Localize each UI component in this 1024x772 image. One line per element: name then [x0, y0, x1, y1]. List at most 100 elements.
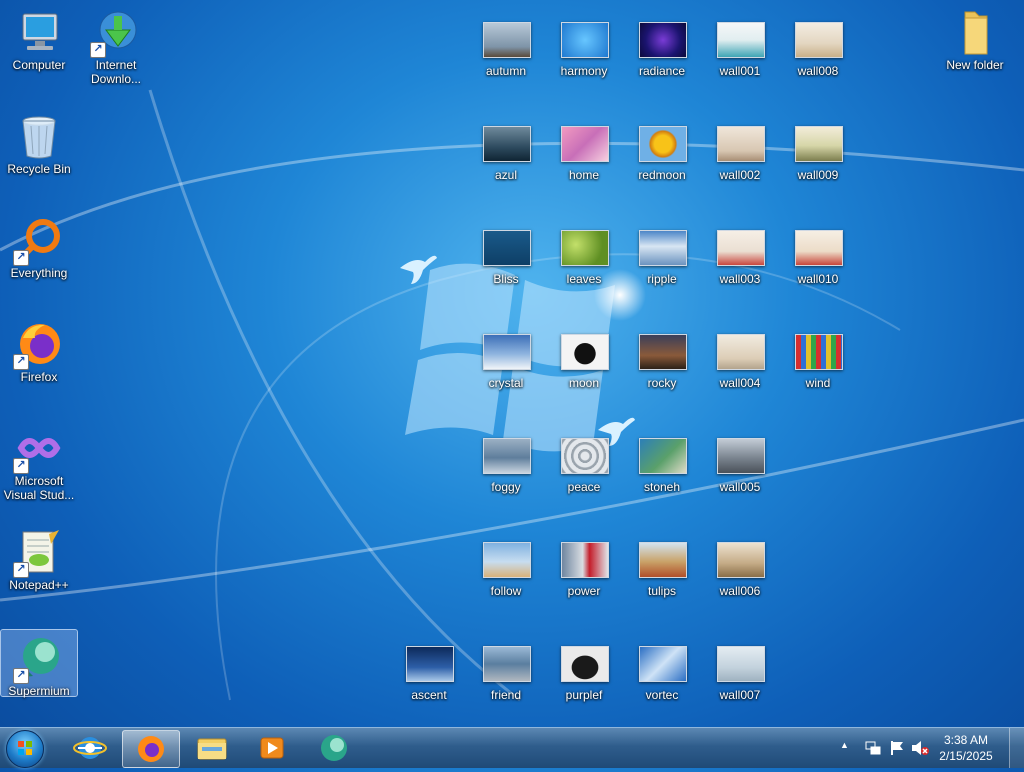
wallpaper-file-icon[interactable]: ripple — [624, 218, 700, 286]
wallpaper-file-icon[interactable]: moon — [546, 322, 622, 390]
file-label: wall001 — [719, 64, 761, 78]
computer-icon — [15, 8, 63, 56]
image-thumbnail-icon — [717, 22, 765, 58]
wallpaper-file-icon[interactable]: redmoon — [624, 114, 700, 182]
taskbar-supermium[interactable] — [306, 730, 362, 766]
image-thumbnail-icon — [639, 542, 687, 578]
file-label: wind — [805, 376, 831, 390]
file-label: harmony — [560, 64, 608, 78]
windows-logo-icon — [18, 741, 32, 755]
image-thumbnail-icon — [717, 230, 765, 266]
file-label: rocky — [647, 376, 677, 390]
taskbar-firefox[interactable] — [122, 730, 180, 768]
file-label: ascent — [411, 688, 447, 702]
file-label: crystal — [488, 376, 524, 390]
start-button[interactable] — [6, 730, 44, 768]
recycle-bin-icon — [15, 112, 63, 160]
desktop-icon-label: Supermium — [8, 684, 70, 698]
wallpaper-file-icon[interactable]: follow — [468, 530, 544, 598]
image-thumbnail-icon — [639, 230, 687, 266]
wallpaper-file-icon[interactable]: foggy — [468, 426, 544, 494]
wallpaper-file-icon[interactable]: rocky — [624, 322, 700, 390]
taskbar-file-explorer[interactable] — [184, 730, 240, 766]
desktop-icon-label: Computer — [12, 58, 66, 72]
wallpaper-file-icon[interactable]: autumn — [468, 10, 544, 78]
network-icon[interactable] — [864, 739, 882, 757]
shortcut-arrow-icon: ↗ — [13, 668, 29, 684]
desktop-icon-label: Firefox — [20, 370, 58, 384]
visual-studio-icon: ↗ — [13, 424, 63, 474]
wallpaper-file-icon[interactable]: home — [546, 114, 622, 182]
wallpaper-file-icon[interactable]: vortec — [624, 634, 700, 702]
wallpaper-file-icon[interactable]: wall001 — [702, 10, 778, 78]
file-label: moon — [568, 376, 600, 390]
file-label: wall010 — [797, 272, 839, 286]
file-label: redmoon — [638, 168, 686, 182]
wallpaper-file-icon[interactable]: tulips — [624, 530, 700, 598]
file-label: Bliss — [493, 272, 519, 286]
volume-muted-icon[interactable] — [910, 739, 930, 757]
image-thumbnail-icon — [561, 22, 609, 58]
desktop-icon-everything[interactable]: ↗ Everything — [1, 212, 77, 280]
file-label: home — [568, 168, 600, 182]
shortcut-arrow-icon: ↗ — [13, 562, 29, 578]
desktop-icon-firefox[interactable]: ↗ Firefox — [1, 316, 77, 384]
desktop-icon-supermium[interactable]: ↗ Supermium — [0, 629, 78, 698]
desktop-icon-label: Microsoft Visual Stud... — [3, 474, 75, 502]
wallpaper-file-icon[interactable]: wall006 — [702, 530, 778, 598]
wallpaper-file-icon[interactable]: purplef — [546, 634, 622, 702]
media-player-icon — [260, 737, 284, 759]
image-thumbnail-icon — [639, 646, 687, 682]
file-label: stoneh — [643, 480, 681, 494]
supermium-icon: ↗ — [13, 634, 63, 684]
desktop-icon-notepadpp[interactable]: ↗ Notepad++ — [1, 524, 77, 592]
wallpaper-file-icon[interactable]: wall010 — [780, 218, 856, 286]
desktop-icon-computer[interactable]: Computer — [1, 4, 77, 72]
desktop-icon-new-folder[interactable]: New folder — [937, 4, 1013, 72]
desktop-icon-visual-studio[interactable]: ↗ Microsoft Visual Stud... — [1, 420, 77, 502]
wallpaper-file-icon[interactable]: wind — [780, 322, 856, 390]
desktop-icon-internet-download-manager[interactable]: ↗ Internet Downlo... — [78, 4, 154, 86]
wallpaper-file-icon[interactable]: wall005 — [702, 426, 778, 494]
wallpaper-file-icon[interactable]: peace — [546, 426, 622, 494]
file-label: tulips — [647, 584, 676, 598]
image-thumbnail-icon — [483, 334, 531, 370]
file-label: ripple — [647, 272, 677, 286]
wallpaper-file-icon[interactable]: Bliss — [468, 218, 544, 286]
wallpaper-file-icon[interactable]: wall008 — [780, 10, 856, 78]
show-desktop-button[interactable] — [1009, 728, 1024, 768]
wallpaper-file-icon[interactable]: wall007 — [702, 634, 778, 702]
show-hidden-icons-button[interactable]: ▲ — [840, 740, 849, 750]
wallpaper-file-icon[interactable]: power — [546, 530, 622, 598]
action-center-flag-icon[interactable] — [888, 739, 906, 757]
wallpaper-file-icon[interactable]: stoneh — [624, 426, 700, 494]
file-label: azul — [494, 168, 517, 182]
image-thumbnail-icon — [795, 126, 843, 162]
wallpaper-file-icon[interactable]: leaves — [546, 218, 622, 286]
clock[interactable]: 3:38 AM 2/15/2025 — [936, 732, 996, 764]
taskbar-media-player[interactable] — [244, 730, 300, 766]
file-label: follow — [490, 584, 522, 598]
wallpaper-file-icon[interactable]: friend — [468, 634, 544, 702]
image-thumbnail-icon — [561, 438, 609, 474]
shortcut-arrow-icon: ↗ — [13, 458, 29, 474]
wallpaper-file-icon[interactable]: azul — [468, 114, 544, 182]
wallpaper-file-icon[interactable]: wall004 — [702, 322, 778, 390]
wallpaper-file-icon[interactable]: ascent — [391, 634, 467, 702]
file-explorer-icon — [197, 738, 227, 760]
image-thumbnail-icon — [561, 334, 609, 370]
taskbar-internet-explorer[interactable] — [62, 730, 118, 766]
wallpaper-file-icon[interactable]: radiance — [624, 10, 700, 78]
image-thumbnail-icon — [406, 646, 454, 682]
wallpaper-file-icon[interactable]: crystal — [468, 322, 544, 390]
wallpaper-file-icon[interactable]: wall009 — [780, 114, 856, 182]
wallpaper-file-icon[interactable]: harmony — [546, 10, 622, 78]
file-label: wall009 — [797, 168, 839, 182]
desktop-icon-label: New folder — [946, 58, 1004, 72]
file-label: wall006 — [719, 584, 761, 598]
image-thumbnail-icon — [483, 646, 531, 682]
desktop-icon-recycle-bin[interactable]: Recycle Bin — [1, 108, 77, 176]
image-thumbnail-icon — [717, 438, 765, 474]
wallpaper-file-icon[interactable]: wall002 — [702, 114, 778, 182]
wallpaper-file-icon[interactable]: wall003 — [702, 218, 778, 286]
